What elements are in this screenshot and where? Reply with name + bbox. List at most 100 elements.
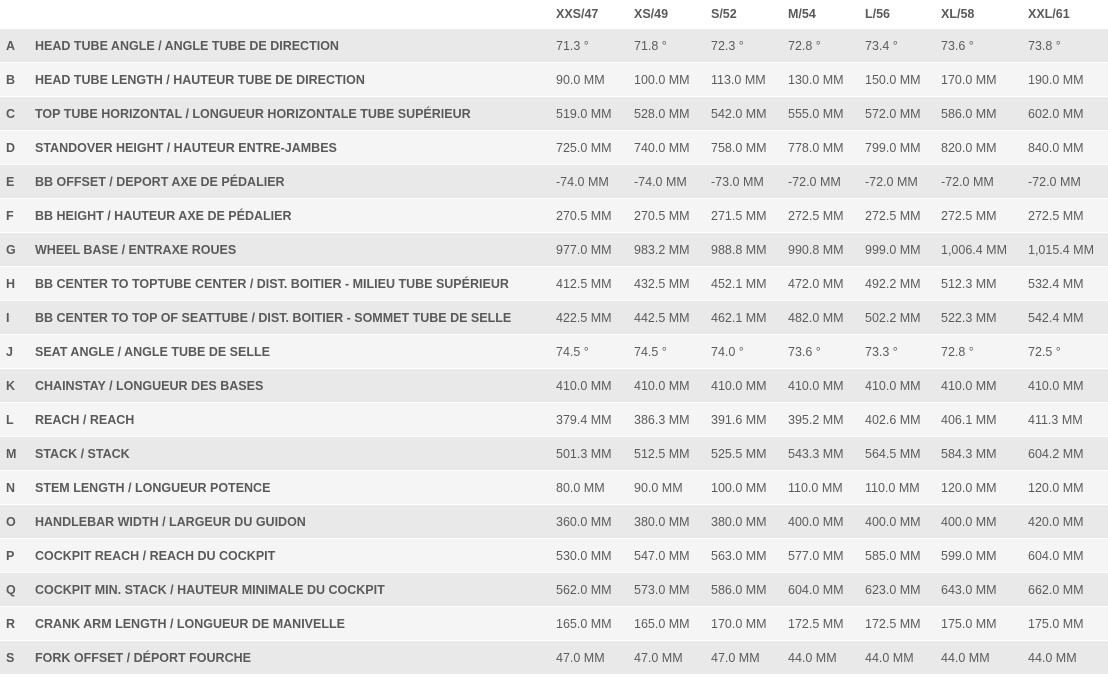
row-value: 564.5 MM	[865, 446, 921, 461]
row-label: BB CENTER TO TOP OF SEATTUBE / DIST. BOI…	[35, 310, 512, 325]
row-value: 563.0 MM	[711, 548, 767, 563]
row-label: COCKPIT MIN. STACK / HAUTEUR MINIMALE DU…	[35, 582, 385, 597]
row-value: 604.0 MM	[1028, 548, 1084, 563]
row-value: 74.5 °	[634, 344, 667, 359]
row-label: REACH / REACH	[35, 412, 135, 427]
row-value: 604.2 MM	[1028, 446, 1084, 461]
table-row: G WHEEL BASE / ENTRAXE ROUES 977.0 MM 983.2…	[0, 233, 1108, 267]
row-value: 530.0 MM	[556, 548, 612, 563]
row-value: 501.3 MM	[556, 446, 612, 461]
row-letter: N	[6, 480, 16, 495]
row-label: FORK OFFSET / DÉPORT FOURCHE	[35, 650, 251, 665]
row-value: 73.4 °	[865, 38, 898, 53]
row-label: BB OFFSET / DEPORT AXE DE PÉDALIER	[35, 174, 285, 189]
row-value: 525.5 MM	[711, 446, 767, 461]
row-label: HEAD TUBE ANGLE / ANGLE TUBE DE DIRECTIO…	[35, 38, 339, 53]
row-value: 492.2 MM	[865, 276, 921, 291]
column-header-size: XXL/61	[1028, 7, 1070, 21]
row-value: 572.0 MM	[865, 106, 921, 121]
row-value: 272.5 MM	[865, 208, 921, 223]
row-value: 623.0 MM	[865, 582, 921, 597]
row-value: 412.5 MM	[556, 276, 612, 291]
column-header-size: XL/58	[941, 7, 975, 21]
row-value: 270.5 MM	[556, 208, 612, 223]
row-letter: I	[6, 310, 10, 325]
table-row: B HEAD TUBE LENGTH / HAUTEUR TUBE DE DIRE…	[0, 63, 1108, 97]
row-value: 410.0 MM	[788, 378, 844, 393]
row-value: 820.0 MM	[941, 140, 997, 155]
row-value: -74.0 MM	[634, 174, 687, 189]
row-value: -72.0 MM	[788, 174, 841, 189]
table-row: L REACH / REACH 379.4 MM 386.3 MM 391.6 MM 39…	[0, 403, 1108, 437]
table-row: F BB HEIGHT / HAUTEUR AXE DE PÉDALIER 270.…	[0, 199, 1108, 233]
row-value: 72.3 °	[711, 38, 744, 53]
row-value: 542.4 MM	[1028, 310, 1084, 325]
row-value: 411.3 MM	[1028, 412, 1083, 427]
row-value: 532.4 MM	[1028, 276, 1084, 291]
row-value: 74.0 °	[711, 344, 744, 359]
row-value: 172.5 MM	[788, 616, 844, 631]
geometry-table: XXS/47 XS/49 S/52 M/54 L/56 XL/58 XXL/61…	[0, 0, 1108, 675]
column-header-size: L/56	[865, 7, 891, 21]
row-value: 150.0 MM	[865, 72, 921, 87]
row-value: 410.0 MM	[1028, 378, 1084, 393]
row-value: 73.3 °	[865, 344, 898, 359]
row-label: CHAINSTAY / LONGUEUR DES BASES	[35, 378, 264, 393]
table-header: XXS/47 XS/49 S/52 M/54 L/56 XL/58 XXL/61	[0, 0, 1108, 29]
row-value: 586.0 MM	[941, 106, 997, 121]
row-value: 512.5 MM	[634, 446, 690, 461]
table-row: E BB OFFSET / DEPORT AXE DE PÉDALIER -74.0…	[0, 165, 1108, 199]
row-value: 410.0 MM	[865, 378, 921, 393]
row-value: 542.0 MM	[711, 106, 767, 121]
row-value: 577.0 MM	[788, 548, 844, 563]
row-value: 410.0 MM	[556, 378, 612, 393]
row-value: 100.0 MM	[711, 480, 767, 495]
row-label: HANDLEBAR WIDTH / LARGEUR DU GUIDON	[35, 514, 306, 529]
row-value: 47.0 MM	[634, 650, 683, 665]
row-value: 406.1 MM	[941, 412, 997, 427]
row-label: STEM LENGTH / LONGUEUR POTENCE	[35, 480, 271, 495]
row-value: 584.3 MM	[941, 446, 997, 461]
row-value: 71.8 °	[634, 38, 667, 53]
row-letter: S	[6, 650, 15, 665]
row-value: 462.1 MM	[711, 310, 767, 325]
row-value: 72.8 °	[941, 344, 974, 359]
row-letter: P	[6, 548, 15, 563]
row-value: 740.0 MM	[634, 140, 690, 155]
row-value: 1,015.4 MM	[1028, 242, 1095, 257]
row-value: 400.0 MM	[941, 514, 997, 529]
row-value: 120.0 MM	[941, 480, 997, 495]
row-value: 758.0 MM	[711, 140, 767, 155]
row-value: 662.0 MM	[1028, 582, 1084, 597]
row-value: 165.0 MM	[634, 616, 690, 631]
table-row: M STACK / STACK 501.3 MM 512.5 MM 525.5 MM 54…	[0, 437, 1108, 471]
row-value: 72.5 °	[1028, 344, 1061, 359]
row-value: 73.6 °	[941, 38, 974, 53]
row-value: 110.0 MM	[865, 480, 920, 495]
row-value: 990.8 MM	[788, 242, 844, 257]
table-body: A HEAD TUBE ANGLE / ANGLE TUBE DE DIRECTI…	[0, 29, 1108, 675]
row-value: 391.6 MM	[711, 412, 767, 427]
row-label: TOP TUBE HORIZONTAL / LONGUEUR HORIZONTA…	[35, 106, 471, 121]
row-value: 271.5 MM	[711, 208, 767, 223]
row-value: 113.0 MM	[711, 72, 766, 87]
row-letter: E	[6, 174, 15, 189]
row-value: 472.0 MM	[788, 276, 844, 291]
row-value: 190.0 MM	[1028, 72, 1084, 87]
row-value: 512.3 MM	[941, 276, 997, 291]
row-value: 74.5 °	[556, 344, 589, 359]
row-value: 72.8 °	[788, 38, 821, 53]
table-row: R CRANK ARM LENGTH / LONGUEUR DE MANIVELL…	[0, 607, 1108, 641]
row-value: 562.0 MM	[556, 582, 612, 597]
row-value: 360.0 MM	[556, 514, 612, 529]
row-value: 410.0 MM	[711, 378, 767, 393]
row-value: 80.0 MM	[556, 480, 605, 495]
row-label: CRANK ARM LENGTH / LONGUEUR DE MANIVELLE	[35, 616, 345, 631]
row-value: 555.0 MM	[788, 106, 844, 121]
row-value: 602.0 MM	[1028, 106, 1084, 121]
row-letter: C	[6, 106, 16, 121]
row-label: STANDOVER HEIGHT / HAUTEUR ENTRE-JAMBES	[35, 140, 337, 155]
row-letter: R	[6, 616, 16, 631]
row-value: 442.5 MM	[634, 310, 690, 325]
row-value: 420.0 MM	[1028, 514, 1084, 529]
